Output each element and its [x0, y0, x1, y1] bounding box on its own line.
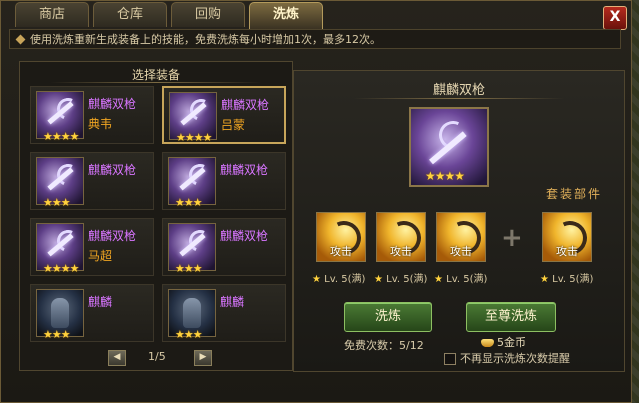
gold-ingot-icon [481, 339, 494, 347]
close-button[interactable]: X [603, 6, 627, 30]
mount-icon: ★★★ [168, 289, 216, 341]
equipment-panel-title: 选择装备 [20, 66, 292, 83]
selected-weapon-name: 麒麟双枪 [432, 83, 485, 98]
part-level: ★ Lv. 5(满) [312, 274, 366, 285]
tab-buyback[interactable]: 回购 [171, 2, 245, 27]
tab-warehouse[interactable]: 仓库 [93, 2, 167, 27]
weapon-icon: ★★★ [36, 157, 84, 209]
item-name: 麒麟双枪 [220, 163, 269, 177]
part-level: ★ Lv. 5(满) [434, 274, 488, 285]
no-reminder-checkbox[interactable] [444, 353, 456, 365]
item-owner: 吕蒙 [221, 118, 246, 132]
weapon-icon: ★★★ [168, 223, 216, 275]
weapon-icon: ★★★★ [36, 91, 84, 143]
equipment-slot[interactable]: ★★★★ 麒麟双枪 典韦 [30, 86, 154, 144]
selected-weapon-icon: ★★★★ [409, 107, 489, 187]
part-level: ★ Lv. 5(满) [540, 274, 594, 285]
attack-part-icon[interactable]: 攻击 [376, 212, 426, 262]
gold-cost: 5金币 [481, 334, 526, 350]
tab-bar: 商店 仓库 回购 洗炼 [15, 2, 323, 29]
equipment-slot[interactable]: ★★★ 麒麟 [30, 284, 154, 342]
next-page-button[interactable]: ▶ [194, 350, 212, 366]
item-name: 麒麟双枪 [88, 163, 137, 177]
item-name: 麒麟 [220, 295, 245, 309]
attack-part-icon[interactable]: 攻击 [542, 212, 592, 262]
refine-window: 商店 仓库 回购 洗炼 X 使用洗炼重新生成装备上的技能，免费洗炼每小时增加1次… [0, 0, 632, 403]
no-reminder-option[interactable]: 不再显示洗炼次数提醒 [444, 350, 570, 366]
weapon-icon: ★★★★ [169, 92, 217, 144]
mount-icon: ★★★ [36, 289, 84, 341]
weapon-icon: ★★★ [168, 157, 216, 209]
free-refine-count: 免费次数：5/12 [344, 339, 424, 352]
weapon-icon: ★★★★ [36, 223, 84, 275]
item-name: 麒麟双枪 [88, 97, 137, 111]
equipment-slot[interactable]: ★★★ 麒麟 [162, 284, 286, 342]
attack-part-icon[interactable]: 攻击 [436, 212, 486, 262]
equipment-slot[interactable]: ★★★ 麒麟双枪 [30, 152, 154, 210]
equipment-slot-selected[interactable]: ★★★★ 麒麟双枪 吕蒙 [162, 86, 286, 144]
equipment-select-panel: 选择装备 ★★★★ 麒麟双枪 典韦 ★★★★ 麒麟双枪 吕蒙 ★★★ 麒麟双枪 … [19, 61, 293, 371]
supreme-refine-button[interactable]: 至尊洗炼 [466, 302, 556, 332]
title-divider [354, 98, 564, 99]
item-name: 麒麟双枪 [88, 229, 137, 243]
tab-shop[interactable]: 商店 [15, 2, 89, 27]
set-parts-label: 套装部件 [545, 187, 602, 201]
attack-part-icon[interactable]: 攻击 [316, 212, 366, 262]
refine-button[interactable]: 洗炼 [344, 302, 432, 332]
refine-detail-panel: 麒麟双枪 ★★★★ 套装部件 攻击 攻击 攻击 + 攻击 ★ Lv. 5(满) … [293, 70, 625, 372]
item-name: 麒麟双枪 [221, 98, 270, 112]
item-owner: 典韦 [88, 117, 113, 131]
item-name: 麒麟 [88, 295, 113, 309]
page-indicator: 1/5 [148, 350, 166, 363]
tab-refine[interactable]: 洗炼 [249, 2, 323, 29]
part-level: ★ Lv. 5(满) [374, 274, 428, 285]
item-name: 麒麟双枪 [220, 229, 269, 243]
tip-dot-icon [15, 34, 26, 45]
selected-weapon-stars: ★★★★ [425, 169, 465, 183]
equipment-slot[interactable]: ★★★ 麒麟双枪 [162, 218, 286, 276]
tip-text: 使用洗炼重新生成装备上的技能，免费洗炼每小时增加1次，最多12次。 [30, 33, 381, 46]
refine-tip: 使用洗炼重新生成装备上的技能，免费洗炼每小时增加1次，最多12次。 [9, 29, 621, 49]
prev-page-button[interactable]: ◀ [108, 350, 126, 366]
plus-icon: + [501, 223, 523, 253]
item-owner: 马超 [88, 249, 113, 263]
equipment-slot[interactable]: ★★★★ 麒麟双枪 马超 [30, 218, 154, 276]
equipment-slot[interactable]: ★★★ 麒麟双枪 [162, 152, 286, 210]
